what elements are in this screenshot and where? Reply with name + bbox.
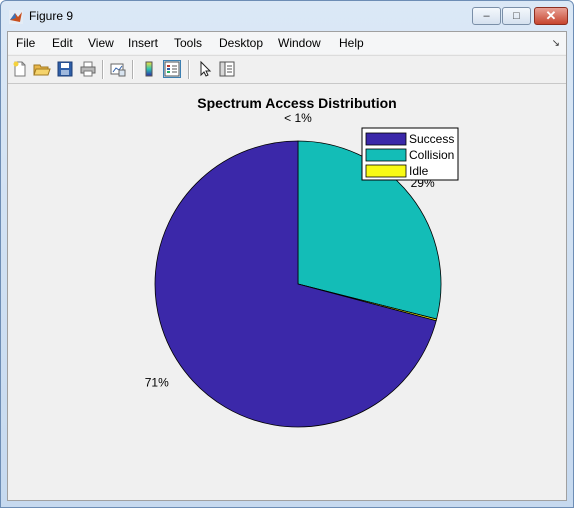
link-plot-icon[interactable] <box>109 60 127 78</box>
minimize-button[interactable]: – <box>472 7 501 25</box>
new-figure-icon[interactable] <box>11 60 29 78</box>
menu-file[interactable]: File <box>16 36 35 50</box>
menu-desktop[interactable]: Desktop <box>219 36 263 50</box>
pointer-icon[interactable] <box>196 60 214 78</box>
chart-title: Spectrum Access Distribution <box>197 95 396 111</box>
title-bar[interactable]: Figure 9 – □ ✕ <box>1 1 573 31</box>
legend-swatch-success <box>365 132 407 146</box>
toolbar-separator <box>132 60 134 79</box>
maximize-button[interactable]: □ <box>502 7 531 25</box>
figure-window: Figure 9 – □ ✕ File Edit View Insert Too… <box>0 0 574 508</box>
legend-swatch-collision <box>365 148 407 162</box>
dock-arrow-icon[interactable]: ↘ <box>552 38 560 49</box>
figure-client-area: File Edit View Insert Tools Desktop Wind… <box>7 31 567 501</box>
pie-label-idle: < 1% <box>284 111 312 125</box>
save-icon[interactable] <box>56 60 74 78</box>
maximize-icon: □ <box>513 10 520 22</box>
close-icon: ✕ <box>545 8 557 23</box>
pie-chart[interactable]: Spectrum Access Distribution 29%< 1%71% … <box>8 84 566 500</box>
menu-bar: File Edit View Insert Tools Desktop Wind… <box>8 32 566 54</box>
menu-edit[interactable]: Edit <box>52 36 73 50</box>
pie-label-success: 71% <box>145 376 169 390</box>
pie-slices <box>154 140 442 428</box>
matlab-logo-icon <box>9 10 23 24</box>
print-icon[interactable] <box>79 60 97 78</box>
menu-help[interactable]: Help <box>339 36 364 50</box>
menu-view[interactable]: View <box>88 36 114 50</box>
toolbar-separator <box>102 60 104 79</box>
minimize-icon: – <box>483 10 490 22</box>
property-editor-icon[interactable] <box>218 60 236 78</box>
legend-entry-collision: Collision <box>409 148 454 162</box>
legend-entry-success: Success <box>409 132 454 146</box>
figure-toolbar <box>8 55 566 84</box>
window-title: Figure 9 <box>29 9 74 23</box>
menu-window[interactable]: Window <box>278 36 321 50</box>
open-file-icon[interactable] <box>33 60 51 78</box>
menu-insert[interactable]: Insert <box>128 36 158 50</box>
legend-entry-idle: Idle <box>409 164 429 178</box>
close-button[interactable]: ✕ <box>534 7 568 25</box>
toolbar-separator <box>188 60 190 79</box>
legend-icon[interactable] <box>163 60 181 78</box>
chart-legend[interactable]: Success Collision Idle <box>361 127 459 181</box>
plot-area: Spectrum Access Distribution 29% < 1% 71% … <box>8 84 566 500</box>
legend-swatch-idle <box>365 164 407 178</box>
colorbar-icon[interactable] <box>140 60 158 78</box>
menu-tools[interactable]: Tools <box>174 36 202 50</box>
